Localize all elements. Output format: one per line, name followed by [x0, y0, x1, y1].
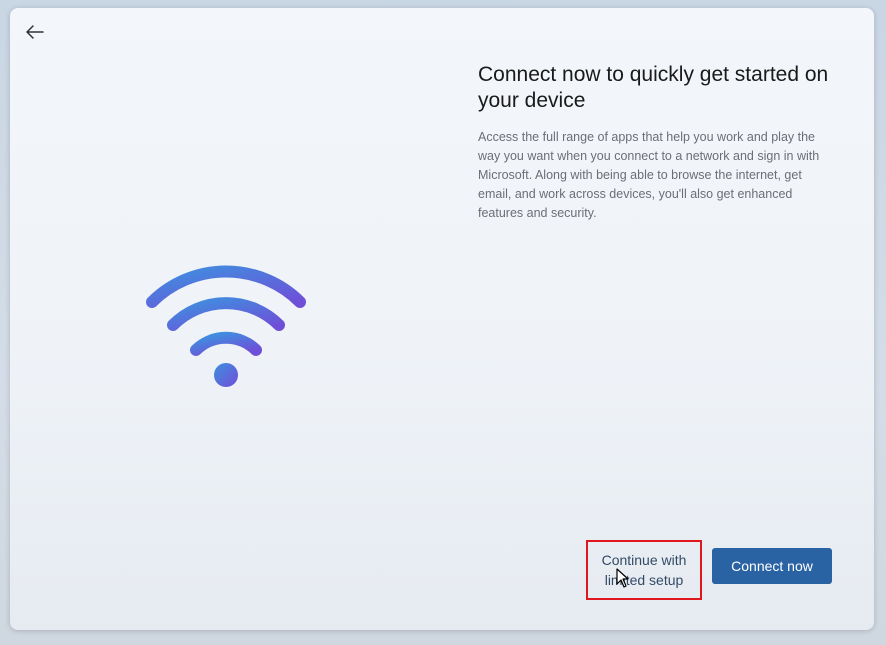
- back-button[interactable]: [22, 20, 48, 44]
- page-title: Connect now to quickly get started on yo…: [478, 63, 829, 112]
- setup-window: Connect now to quickly get started on yo…: [10, 8, 874, 630]
- page-description: Access the full range of apps that help …: [478, 130, 820, 220]
- arrow-left-icon: [26, 25, 44, 39]
- continue-limited-setup-button[interactable]: Continue with limited setup: [586, 540, 702, 600]
- connect-now-button[interactable]: Connect now: [712, 548, 832, 584]
- wifi-icon: [146, 265, 306, 387]
